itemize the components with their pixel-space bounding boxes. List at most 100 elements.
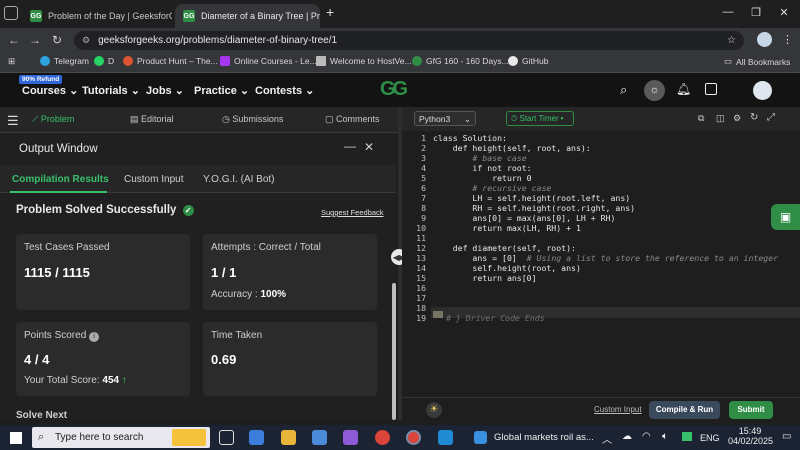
folder-icon: ▭ xyxy=(724,56,733,66)
submit-button[interactable]: Submit xyxy=(729,401,773,419)
line-number: 13 xyxy=(416,253,426,263)
lightbulb-icon[interactable]: ☀ xyxy=(426,402,442,418)
apps-grid-icon[interactable]: ⊞ xyxy=(8,56,15,67)
nav-practice[interactable]: Practice ⌄ xyxy=(194,84,249,97)
bookmark-online-courses[interactable]: Online Courses - Le... xyxy=(220,56,317,66)
tab-diameter-of-binary-tree[interactable]: GG Diameter of a Binary Tree | Prac ✕ xyxy=(175,4,320,28)
output-window: Output Window — ✕ Compilation Results Cu… xyxy=(0,133,396,421)
copilot-icon[interactable] xyxy=(249,430,264,445)
info-icon[interactable]: i xyxy=(89,332,100,342)
theme-toggle-icon[interactable]: ☼ xyxy=(644,80,665,101)
status-text: Problem Solved Successfully ✓ xyxy=(16,204,194,216)
notification-bell-icon[interactable]: 🔔︎ xyxy=(676,82,691,96)
news-headline[interactable]: Global markets roil as... xyxy=(494,432,594,443)
attempts-label: Attempts : Correct / Total xyxy=(211,242,321,253)
tab-problem[interactable]: ⟋ Problem xyxy=(32,114,74,125)
custom-input-link[interactable]: Custom Input xyxy=(594,405,642,414)
all-bookmarks[interactable]: ▭ All Bookmarks xyxy=(724,56,790,67)
bookmark-github[interactable]: GitHub xyxy=(508,56,548,66)
bookmark-gfg160[interactable]: GfG 160 - 160 Days... xyxy=(412,56,509,66)
chrome-active-icon[interactable] xyxy=(406,430,421,445)
app-icon[interactable] xyxy=(343,430,358,445)
windows-taskbar: ⌕ Type here to search Global markets roi… xyxy=(0,425,800,450)
url-bar[interactable]: ⚙ geeksforgeeks.org/problems/diameter-of… xyxy=(74,31,744,50)
compile-run-button[interactable]: Compile & Run xyxy=(649,401,720,419)
bookmark-telegram[interactable]: Telegram xyxy=(40,56,89,66)
restore-icon[interactable]: ❐ xyxy=(746,6,766,19)
taskbar-search-box[interactable]: ⌕ Type here to search xyxy=(32,427,210,448)
nav-contests[interactable]: Contests ⌄ xyxy=(255,84,314,97)
close-window-icon[interactable]: ✕ xyxy=(774,6,794,19)
settings-gear-icon[interactable]: ⚙ xyxy=(733,113,741,124)
file-explorer-icon[interactable] xyxy=(281,430,296,445)
language-select[interactable]: Python3 ⌄ xyxy=(414,111,476,126)
inline-comment: # Using a list to store the reference to… xyxy=(516,253,779,263)
chat-bubble-icon[interactable]: ▣ xyxy=(771,204,800,230)
reset-icon[interactable]: ↻ xyxy=(750,112,758,123)
volume-icon[interactable]: 🔈︎ xyxy=(662,431,668,442)
tab-yogi-ai-bot[interactable]: Y.O.G.I. (AI Bot) xyxy=(203,174,275,185)
suggest-feedback-link[interactable]: Suggest Feedback xyxy=(321,208,384,217)
wifi-icon[interactable]: ◠ xyxy=(642,431,651,442)
tab-compilation-results[interactable]: Compilation Results xyxy=(12,174,109,185)
vscode-icon[interactable] xyxy=(438,430,453,445)
line-number: 12 xyxy=(416,243,426,253)
language-indicator[interactable]: ENG xyxy=(700,433,720,443)
nav-courses[interactable]: Courses ⌄ xyxy=(22,84,78,97)
github-icon xyxy=(508,56,518,66)
problem-panel: ☰ ⟋ Problem ▤ Editorial ◷ Submissions ▢ … xyxy=(0,107,398,421)
code-editor[interactable]: 1 class Solution: 2 def height(self, root,… xyxy=(402,131,800,397)
site-info-icon[interactable]: ⚙ xyxy=(82,35,90,46)
check-circle-icon: ✓ xyxy=(182,205,194,216)
bookmark-whatsapp[interactable]: D xyxy=(94,56,114,66)
clock[interactable]: 15:49 04/02/2025 xyxy=(728,426,773,446)
profile-avatar[interactable] xyxy=(757,32,772,47)
chrome-icon[interactable] xyxy=(375,430,390,445)
back-icon[interactable]: ← xyxy=(6,33,22,47)
windows-start-icon[interactable] xyxy=(10,432,22,444)
chevron-down-icon: ⌄ xyxy=(463,114,471,124)
notifications-icon[interactable]: ▭ xyxy=(782,431,791,442)
nav-tutorials[interactable]: Tutorials ⌄ xyxy=(82,84,140,97)
current-line-highlight xyxy=(431,307,800,318)
copy-icon[interactable]: ⧉ xyxy=(698,113,704,124)
tab-search-icon[interactable] xyxy=(4,6,18,20)
reload-icon[interactable]: ↻ xyxy=(49,33,65,47)
forward-icon[interactable]: → xyxy=(27,33,43,47)
tab-comments[interactable]: ▢ Comments xyxy=(325,114,380,125)
scrollbar-thumb[interactable] xyxy=(392,283,396,420)
chevron-up-icon[interactable]: ︿ xyxy=(602,431,612,446)
minimize-icon[interactable]: — xyxy=(718,6,738,18)
gfg-logo[interactable]: GG xyxy=(380,78,408,101)
translate-icon[interactable] xyxy=(705,83,717,95)
bookmark-product-hunt[interactable]: Product Hunt – The... xyxy=(123,56,218,66)
battery-icon[interactable] xyxy=(682,432,692,441)
task-view-icon[interactable] xyxy=(219,430,234,445)
split-view-icon[interactable]: ◫ xyxy=(716,113,725,124)
tab-problem-of-the-day[interactable]: GG Problem of the Day | GeeksforG ✕ xyxy=(22,4,172,28)
onedrive-icon[interactable]: ☁ xyxy=(622,431,632,442)
fullscreen-icon[interactable]: ⤢ xyxy=(767,112,775,123)
minimize-panel-icon[interactable]: — xyxy=(344,139,356,153)
search-icon[interactable]: ⌕ xyxy=(620,82,627,98)
telegram-icon xyxy=(40,56,50,66)
user-avatar[interactable] xyxy=(753,81,772,100)
tab-editorial[interactable]: ▤ Editorial xyxy=(130,114,174,125)
close-panel-icon[interactable]: ✕ xyxy=(364,140,374,154)
test-cases-label: Test Cases Passed xyxy=(24,242,110,253)
line-number: 6 xyxy=(421,183,426,193)
line-number: 16 xyxy=(416,283,426,293)
tab-submissions[interactable]: ◷ Submissions xyxy=(222,114,283,125)
bookmark-hostve[interactable]: Welcome to HostVe... xyxy=(316,56,412,66)
news-icon[interactable] xyxy=(474,431,487,444)
nav-jobs[interactable]: Jobs ⌄ xyxy=(146,84,184,97)
store-icon[interactable] xyxy=(312,430,327,445)
udemy-icon xyxy=(220,56,230,66)
tab-custom-input[interactable]: Custom Input xyxy=(124,174,183,185)
new-tab-button[interactable]: + xyxy=(326,4,334,20)
start-timer-button[interactable]: ⏱ Start Timer ▸ xyxy=(506,111,574,126)
chrome-menu-icon[interactable]: ⋮ xyxy=(782,33,793,46)
hamburger-menu-icon[interactable]: ☰ xyxy=(7,113,19,129)
bookmark-star-icon[interactable]: ☆ xyxy=(727,35,736,46)
line-number: 11 xyxy=(416,233,426,243)
